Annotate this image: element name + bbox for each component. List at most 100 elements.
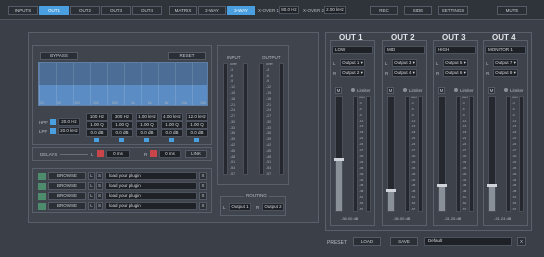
plugin-l-button[interactable]: L (88, 182, 95, 190)
fader-handle[interactable] (487, 184, 497, 188)
plugin-s-button[interactable]: S (96, 192, 103, 200)
output-r-select[interactable]: Output 2 ▾ (340, 69, 365, 77)
tab-inputs[interactable]: INPUTS (8, 6, 38, 15)
eq-band-5-freq[interactable]: 12.0 kHz (186, 113, 208, 121)
tab-out2[interactable]: OUT2 (70, 6, 100, 15)
eq-graph[interactable] (38, 62, 208, 106)
eq-band-4-gain[interactable]: 0.0 dB (161, 129, 183, 137)
plugin-enable-toggle[interactable] (38, 183, 46, 190)
plugin-l-button[interactable]: L (88, 172, 95, 180)
routing-l-select[interactable]: Output 1 (229, 203, 251, 211)
fader-handle[interactable] (386, 189, 396, 193)
eq-reset-button[interactable]: RESET (168, 52, 206, 60)
lpf-field[interactable]: 20.0 kHz (58, 127, 80, 135)
preset-save-button[interactable]: SAVE (390, 237, 418, 246)
plugin-browse-button[interactable]: BROWSE (48, 172, 86, 180)
eq-band-5-q[interactable]: 1.00 Q (186, 121, 208, 129)
output-fader[interactable] (488, 96, 496, 212)
delay-l-mute[interactable] (97, 150, 104, 157)
plugin-enable-toggle[interactable] (38, 193, 46, 200)
output-mute-button[interactable]: M (387, 87, 394, 94)
output-fader[interactable] (438, 96, 446, 212)
meter-scale-tick: -12 (462, 118, 467, 123)
tab-out1[interactable]: OUT1 (39, 6, 69, 15)
output-mute-button[interactable]: M (438, 87, 445, 94)
routing-r-select[interactable]: Output 2 (262, 203, 284, 211)
plugin-l-button[interactable]: L (88, 192, 95, 200)
plugin-remove-button[interactable]: X (199, 172, 207, 180)
delay-l-field[interactable]: 0 ms (106, 150, 130, 158)
xover2-field[interactable]: 2.00 kHz (324, 6, 346, 14)
eq-band-3-toggle[interactable] (144, 138, 149, 142)
delay-link-button[interactable]: LINK (185, 150, 207, 158)
plugin-l-button[interactable]: L (88, 202, 95, 210)
plugin-s-button[interactable]: S (96, 172, 103, 180)
plugin-s-button[interactable]: S (96, 182, 103, 190)
output-l-select[interactable]: Output 3 ▾ (392, 59, 417, 67)
eq-band-1-freq[interactable]: 100 Hz (86, 113, 108, 121)
eq-bypass-button[interactable]: BYPASS (40, 52, 78, 60)
output-band-select[interactable]: MID (384, 46, 425, 54)
output-band-select[interactable]: MONITOR 1 (485, 46, 526, 54)
plugin-remove-button[interactable]: X (199, 182, 207, 190)
eq-band-3-q[interactable]: 1.00 Q (136, 121, 158, 129)
output-r-select[interactable]: Output 6 ▾ (443, 69, 468, 77)
eq-band-5-gain[interactable]: 0.0 dB (186, 129, 208, 137)
output-l-select[interactable]: Output 1 ▾ (340, 59, 365, 67)
settings-button[interactable]: SETTINGS (438, 6, 468, 15)
eq-band-4-toggle[interactable] (169, 138, 174, 142)
rec-button[interactable]: REC (370, 6, 398, 15)
tab-out4[interactable]: OUT4 (132, 6, 162, 15)
hpf-toggle[interactable] (50, 119, 56, 125)
eq-band-1-gain[interactable]: 0.0 dB (86, 129, 108, 137)
output-fader[interactable] (335, 96, 343, 212)
mode-3way-button[interactable]: 3-WAY (227, 6, 255, 15)
eq-band-2-gain[interactable]: 0.0 dB (111, 129, 133, 137)
meter-scale-tick: -39 (266, 137, 272, 142)
output-mute-button[interactable]: M (488, 87, 495, 94)
output-fader[interactable] (387, 96, 395, 212)
output-band-select[interactable]: LOW (332, 46, 373, 54)
plugin-browse-button[interactable]: BROWSE (48, 192, 86, 200)
plugin-enable-toggle[interactable] (38, 173, 46, 180)
output-mute-button[interactable]: M (335, 87, 342, 94)
eq-band-5-toggle[interactable] (194, 138, 199, 142)
output-r-select[interactable]: Output 8 ▾ (493, 69, 518, 77)
plugin-browse-button[interactable]: BROWSE (48, 202, 86, 210)
plugin-remove-button[interactable]: X (199, 202, 207, 210)
eq-band-4-freq[interactable]: 4.00 kHz (161, 113, 183, 121)
preset-name-field[interactable]: Default (424, 237, 512, 246)
output-band-select[interactable]: HIGH (435, 46, 476, 54)
eq-band-2-toggle[interactable] (119, 138, 124, 142)
tab-out3[interactable]: OUT3 (101, 6, 131, 15)
fader-fill (439, 185, 445, 211)
mode-matrix-button[interactable]: MATRIX (169, 6, 197, 15)
plugin-remove-button[interactable]: X (199, 192, 207, 200)
lpf-toggle[interactable] (50, 128, 56, 134)
output-l-select[interactable]: Output 5 ▾ (443, 59, 468, 67)
output-r-select[interactable]: Output 4 ▾ (392, 69, 417, 77)
mode-2way-button[interactable]: 2-WAY (198, 6, 226, 15)
eq-band-1-q[interactable]: 1.00 Q (86, 121, 108, 129)
eq-band-1-toggle[interactable] (94, 138, 99, 142)
plugin-browse-button[interactable]: BROWSE (48, 182, 86, 190)
delay-r-mute[interactable] (150, 150, 157, 157)
meter-scale-tick: -57 (512, 207, 517, 211)
plugin-enable-toggle[interactable] (38, 203, 46, 210)
eq-band-4-q[interactable]: 1.00 Q (161, 121, 183, 129)
eq-band-2-freq[interactable]: 300 Hz (111, 113, 133, 121)
eq-band-3-gain[interactable]: 0.0 dB (136, 129, 158, 137)
preset-clear-button[interactable]: X (517, 237, 526, 246)
plugin-s-button[interactable]: S (96, 202, 103, 210)
mute-button[interactable]: MUTE (497, 6, 527, 15)
preset-load-button[interactable]: LOAD (353, 237, 381, 246)
delay-r-field[interactable]: 0 ms (159, 150, 181, 158)
eq-band-3-freq[interactable]: 1.00 kHz (136, 113, 158, 121)
hpf-field[interactable]: 20.0 Hz (58, 118, 80, 126)
side-button[interactable]: SIDE (404, 6, 432, 15)
fader-handle[interactable] (437, 184, 447, 188)
output-l-select[interactable]: Output 7 ▾ (493, 59, 518, 67)
eq-band-2-q[interactable]: 1.00 Q (111, 121, 133, 129)
xover1-field[interactable]: 80.0 Hz (279, 6, 299, 14)
fader-handle[interactable] (334, 157, 344, 161)
